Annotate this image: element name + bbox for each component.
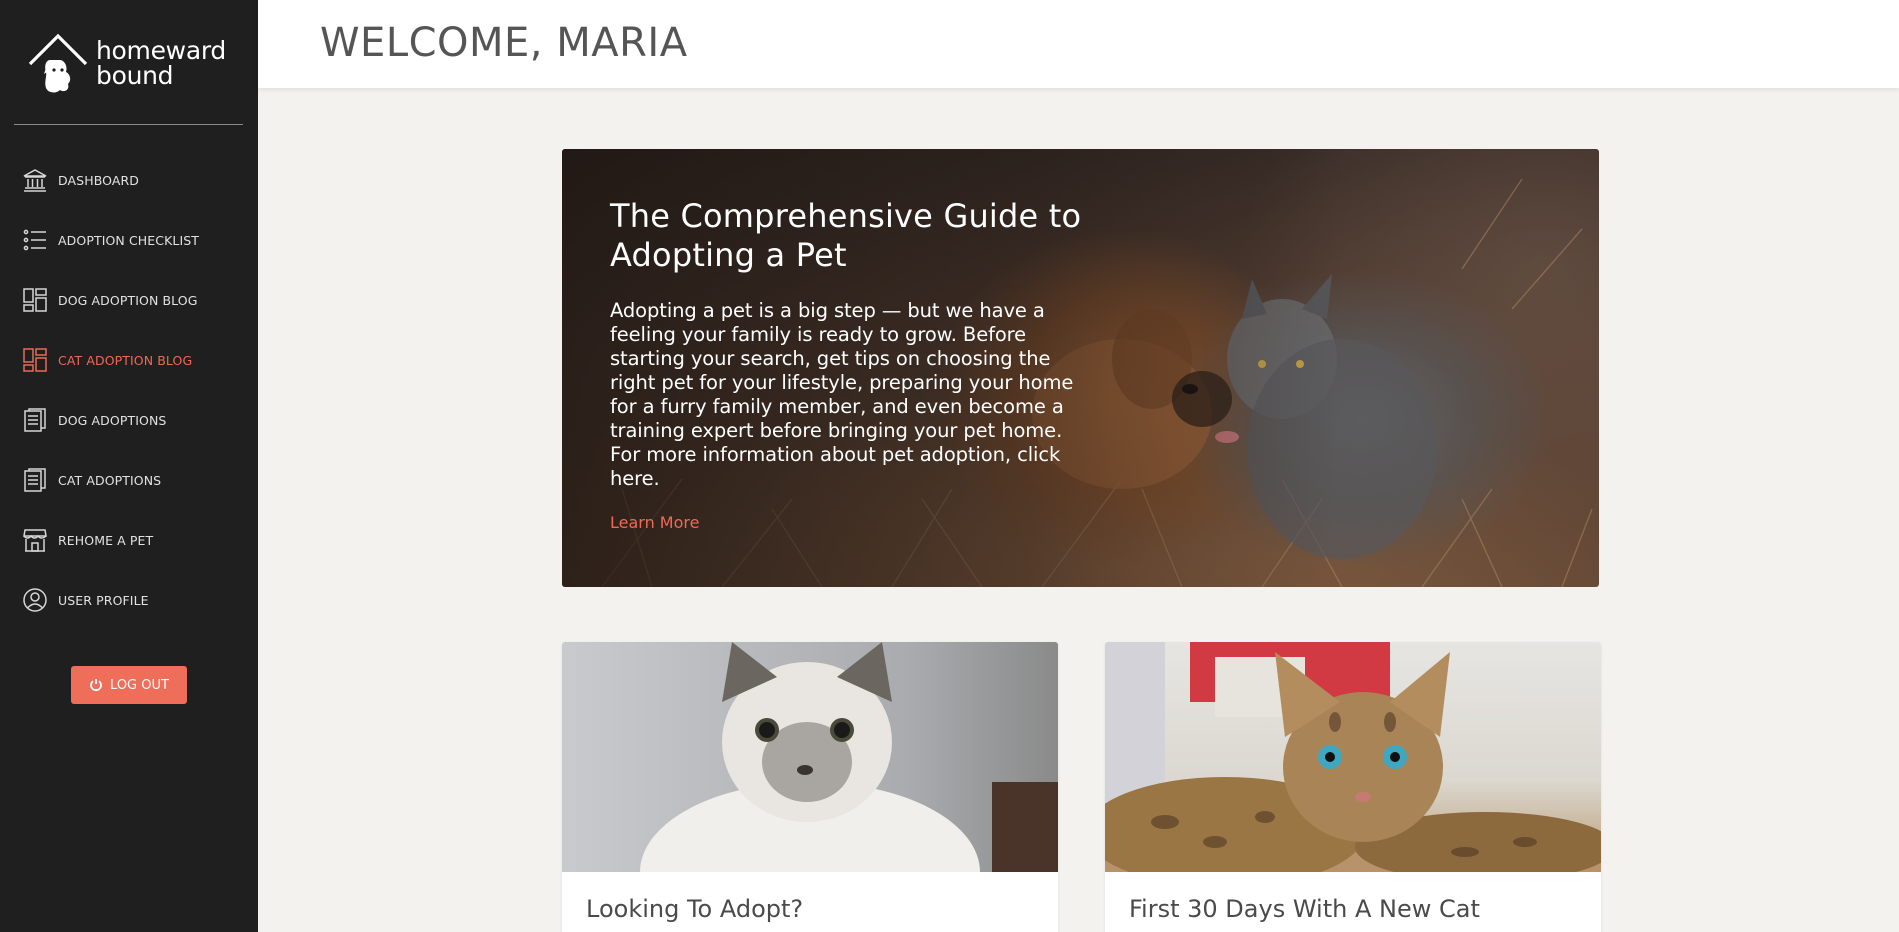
- sidebar: homeward bound DASHBOARD ADOPTION CHECKL…: [0, 0, 258, 932]
- document-icon: [22, 407, 48, 433]
- logout-button[interactable]: LOG OUT: [71, 666, 187, 704]
- storefront-icon: [22, 527, 48, 553]
- brand-name-line1: homeward: [96, 36, 226, 65]
- brand-logo[interactable]: homeward bound: [26, 28, 236, 98]
- house-dog-logo-icon: [28, 33, 88, 93]
- sidebar-item-label: DASHBOARD: [58, 172, 140, 188]
- top-header: WELCOME, MARIA: [258, 0, 1899, 88]
- sidebar-item-dashboard[interactable]: DASHBOARD: [0, 150, 258, 210]
- sidebar-item-adoption-checklist[interactable]: ADOPTION CHECKLIST: [0, 210, 258, 270]
- sidebar-divider: [14, 124, 243, 125]
- sidebar-item-label: REHOME A PET: [58, 532, 154, 548]
- sidebar-nav: DASHBOARD ADOPTION CHECKLIST DOG ADOPTIO…: [0, 150, 258, 630]
- sidebar-item-label: CAT ADOPTION BLOG: [58, 352, 193, 368]
- siamese-kitten-photo: [562, 642, 1058, 872]
- list-icon: [22, 227, 48, 253]
- bengal-kitten-illustration: [1105, 642, 1601, 872]
- learn-more-link[interactable]: Learn More: [610, 513, 699, 532]
- logout-label: LOG OUT: [110, 677, 169, 693]
- blog-card[interactable]: First 30 Days With A New Cat: [1105, 642, 1601, 932]
- blog-card[interactable]: Looking To Adopt?: [562, 642, 1058, 932]
- power-icon: [90, 679, 102, 692]
- featured-article-hero: The Comprehensive Guide to Adopting a Pe…: [562, 149, 1599, 587]
- dashboard-grid-icon: [22, 347, 48, 373]
- siamese-kitten-illustration: [640, 642, 1058, 872]
- card-title: First 30 Days With A New Cat: [1129, 895, 1480, 923]
- sidebar-item-cat-adoptions[interactable]: CAT ADOPTIONS: [0, 450, 258, 510]
- sidebar-item-dog-adoptions[interactable]: DOG ADOPTIONS: [0, 390, 258, 450]
- brand-name-line2: bound: [96, 61, 174, 90]
- hero-description: Adopting a pet is a big step — but we ha…: [610, 299, 1074, 490]
- sidebar-item-cat-adoption-blog[interactable]: CAT ADOPTION BLOG: [0, 330, 258, 390]
- hero-title: The Comprehensive Guide to Adopting a Pe…: [610, 197, 1082, 274]
- brand-name: homeward bound: [96, 38, 226, 88]
- hero-content: The Comprehensive Guide to Adopting a Pe…: [610, 197, 1090, 532]
- card-title: Looking To Adopt?: [586, 895, 804, 923]
- sidebar-item-label: ADOPTION CHECKLIST: [58, 232, 200, 248]
- user-circle-icon: [22, 587, 48, 613]
- document-icon: [22, 467, 48, 493]
- sidebar-item-user-profile[interactable]: USER PROFILE: [0, 570, 258, 630]
- sidebar-item-rehome-a-pet[interactable]: REHOME A PET: [0, 510, 258, 570]
- sidebar-item-label: DOG ADOPTION BLOG: [58, 292, 198, 308]
- bengal-kitten-photo: [1105, 642, 1601, 872]
- bank-icon: [22, 167, 48, 193]
- dashboard-grid-icon: [22, 287, 48, 313]
- sidebar-item-label: CAT ADOPTIONS: [58, 472, 162, 488]
- page-title: WELCOME, MARIA: [320, 20, 688, 66]
- sidebar-item-label: DOG ADOPTIONS: [58, 412, 167, 428]
- sidebar-item-label: USER PROFILE: [58, 592, 149, 608]
- sidebar-item-dog-adoption-blog[interactable]: DOG ADOPTION BLOG: [0, 270, 258, 330]
